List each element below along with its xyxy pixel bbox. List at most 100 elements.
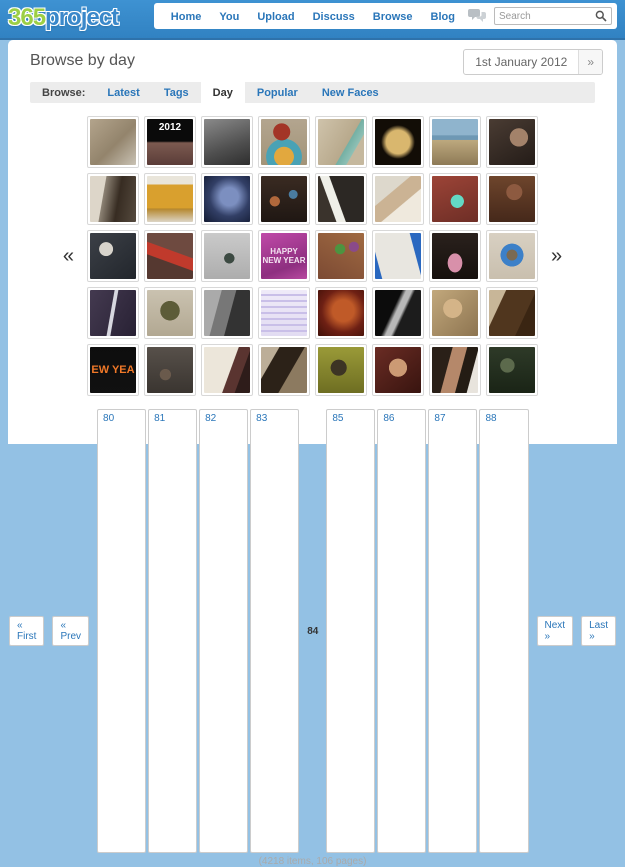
photo-thumbnail-girl-striped-top[interactable] bbox=[258, 344, 310, 396]
tab-latest[interactable]: Latest bbox=[95, 82, 151, 103]
tabs-prefix-label: Browse: bbox=[30, 82, 95, 103]
page-80[interactable]: 80 bbox=[97, 409, 146, 853]
photo-image-beach-boardwalk bbox=[432, 119, 478, 165]
photo-label: EW YEA bbox=[90, 364, 136, 377]
photo-thumbnail-red-phone-selfie[interactable] bbox=[144, 230, 196, 282]
date-picker-button[interactable]: 1st January 2012 » bbox=[463, 49, 603, 75]
nav-discuss[interactable]: Discuss bbox=[304, 11, 364, 23]
page-87[interactable]: 87 bbox=[428, 409, 477, 853]
photo-thumbnail-dog-lying-down[interactable] bbox=[87, 116, 139, 168]
photo-grid: 2012 HAPPY NEW YEAR EW YEA bbox=[87, 116, 538, 396]
tab-day[interactable]: Day bbox=[201, 82, 245, 103]
photo-thumbnail-leather-couch-nap[interactable] bbox=[87, 230, 139, 282]
photo-thumbnail-beach-boardwalk[interactable] bbox=[429, 116, 481, 168]
photo-thumbnail-party-group[interactable] bbox=[258, 173, 310, 225]
photo-thumbnail-red-toned-face[interactable] bbox=[315, 287, 367, 339]
photo-thumbnail-blue-colander-food[interactable] bbox=[486, 230, 538, 282]
nav-home[interactable]: Home bbox=[162, 11, 211, 23]
photo-thumbnail-girl-by-window[interactable] bbox=[87, 173, 139, 225]
photo-thumbnail-oven-pink-bowl[interactable] bbox=[429, 230, 481, 282]
page-85[interactable]: 85 bbox=[326, 409, 375, 853]
photo-thumbnail-brown-dog-portrait[interactable] bbox=[486, 287, 538, 339]
page-current-84: 84 bbox=[301, 622, 324, 641]
search-icon[interactable] bbox=[595, 10, 607, 22]
page-last[interactable]: Last » bbox=[581, 616, 616, 646]
photo-thumbnail-webcam-yellow-girl[interactable] bbox=[315, 344, 367, 396]
photo-thumbnail-two-girls-bw[interactable] bbox=[201, 287, 253, 339]
photo-thumbnail-sneaker-dark-scene[interactable] bbox=[87, 287, 139, 339]
photo-image-blue-colander-food bbox=[489, 233, 535, 279]
photo-image-red-phone-selfie bbox=[147, 233, 193, 279]
page-81[interactable]: 81 bbox=[148, 409, 197, 853]
photo-thumbnail-laughing-baby[interactable] bbox=[372, 344, 424, 396]
tab-popular[interactable]: Popular bbox=[245, 82, 310, 103]
photo-thumbnail-couple-green-tint[interactable] bbox=[486, 344, 538, 396]
photo-thumbnail-pill-bottles[interactable] bbox=[144, 173, 196, 225]
search-box bbox=[494, 7, 612, 25]
photo-thumbnail-happy-new-year-banner[interactable]: HAPPY NEW YEAR bbox=[258, 230, 310, 282]
photo-thumbnail-girl-eating-noodles[interactable] bbox=[486, 173, 538, 225]
photo-image-oven-pink-bowl bbox=[432, 233, 478, 279]
page-next[interactable]: Next » bbox=[537, 616, 574, 646]
prev-day-arrow[interactable]: « bbox=[50, 245, 87, 268]
photo-image-bandaged-foot bbox=[375, 176, 421, 222]
photo-thumbnail-light-streak-bw[interactable] bbox=[372, 287, 424, 339]
photo-thumbnail-couple-hug[interactable] bbox=[486, 116, 538, 168]
photo-image-scrapbook-page bbox=[318, 119, 364, 165]
photo-image-red-mug-breakfast bbox=[261, 119, 307, 165]
photo-image-smiling-girl-selfie bbox=[432, 347, 478, 393]
photo-thumbnail-red-mug-breakfast[interactable] bbox=[258, 116, 310, 168]
grid-row: « 2012 HAPPY NEW YEAR EW YEA » bbox=[8, 116, 617, 396]
photo-thumbnail-sepia-girl-portrait[interactable] bbox=[429, 287, 481, 339]
next-day-arrow[interactable]: » bbox=[538, 245, 575, 268]
photo-thumbnail-aquarium-glow[interactable] bbox=[429, 173, 481, 225]
logo-365: 365 bbox=[8, 4, 45, 31]
page-83[interactable]: 83 bbox=[250, 409, 299, 853]
photo-thumbnail-moon-portrait[interactable] bbox=[372, 116, 424, 168]
logo-project: project bbox=[45, 4, 118, 31]
page-prev[interactable]: « Prev bbox=[52, 616, 89, 646]
nav-strip: HomeYouUploadDiscussBrowseBlog bbox=[154, 3, 617, 29]
photo-image-sepia-girl-portrait bbox=[432, 290, 478, 336]
date-next-arrow-icon[interactable]: » bbox=[578, 50, 602, 74]
photo-thumbnail-party-hats-group[interactable] bbox=[315, 230, 367, 282]
nav-blog[interactable]: Blog bbox=[422, 11, 464, 23]
date-label: 1st January 2012 bbox=[464, 50, 578, 74]
page-82[interactable]: 82 bbox=[199, 409, 248, 853]
photo-image-sneaker-dark-scene bbox=[90, 290, 136, 336]
photo-thumbnail-white-teddy-bear[interactable] bbox=[201, 344, 253, 396]
photo-thumbnail-child-sledding-snow[interactable] bbox=[201, 230, 253, 282]
photo-thumbnail-bandaged-foot[interactable] bbox=[372, 173, 424, 225]
site-logo[interactable]: 365project bbox=[8, 4, 118, 32]
photo-thumbnail-girl-with-laptop[interactable] bbox=[315, 173, 367, 225]
tab-new-faces[interactable]: New Faces bbox=[310, 82, 391, 103]
photo-image-child-sledding-snow bbox=[204, 233, 250, 279]
page-first[interactable]: « First bbox=[9, 616, 44, 646]
photo-image-dark-living-room bbox=[147, 347, 193, 393]
photo-image-moon-portrait bbox=[375, 119, 421, 165]
photo-label: HAPPY NEW YEAR bbox=[261, 247, 307, 265]
photo-thumbnail-playlist-screen[interactable] bbox=[258, 287, 310, 339]
nav-upload[interactable]: Upload bbox=[248, 11, 303, 23]
photo-thumbnail-smiling-girl-selfie[interactable] bbox=[429, 344, 481, 396]
tab-items: LatestTagsDayPopularNew Faces bbox=[95, 82, 390, 103]
photo-thumbnail-2012-sparkler-collage[interactable]: 2012 bbox=[144, 116, 196, 168]
nav-you[interactable]: You bbox=[210, 11, 248, 23]
photo-thumbnail-book-page-reading[interactable] bbox=[372, 230, 424, 282]
photo-thumbnail-new-year-letters-sign[interactable]: EW YEA bbox=[87, 344, 139, 396]
page-88[interactable]: 88 bbox=[479, 409, 528, 853]
search-input[interactable] bbox=[499, 11, 595, 22]
photo-image-couple-hug bbox=[489, 119, 535, 165]
photo-thumbnail-girl-in-hat-bw[interactable] bbox=[201, 116, 253, 168]
nav-browse[interactable]: Browse bbox=[364, 11, 422, 23]
photo-thumbnail-webcam-blue-girl[interactable] bbox=[201, 173, 253, 225]
photo-thumbnail-plate-of-greens[interactable] bbox=[144, 287, 196, 339]
photo-image-dog-lying-down bbox=[90, 119, 136, 165]
page-86[interactable]: 86 bbox=[377, 409, 426, 853]
tab-tags[interactable]: Tags bbox=[152, 82, 201, 103]
photo-thumbnail-dark-living-room[interactable] bbox=[144, 344, 196, 396]
photo-image-brown-dog-portrait bbox=[489, 290, 535, 336]
photo-image-party-group bbox=[261, 176, 307, 222]
photo-thumbnail-scrapbook-page[interactable] bbox=[315, 116, 367, 168]
chat-bubbles-icon[interactable] bbox=[468, 9, 486, 23]
